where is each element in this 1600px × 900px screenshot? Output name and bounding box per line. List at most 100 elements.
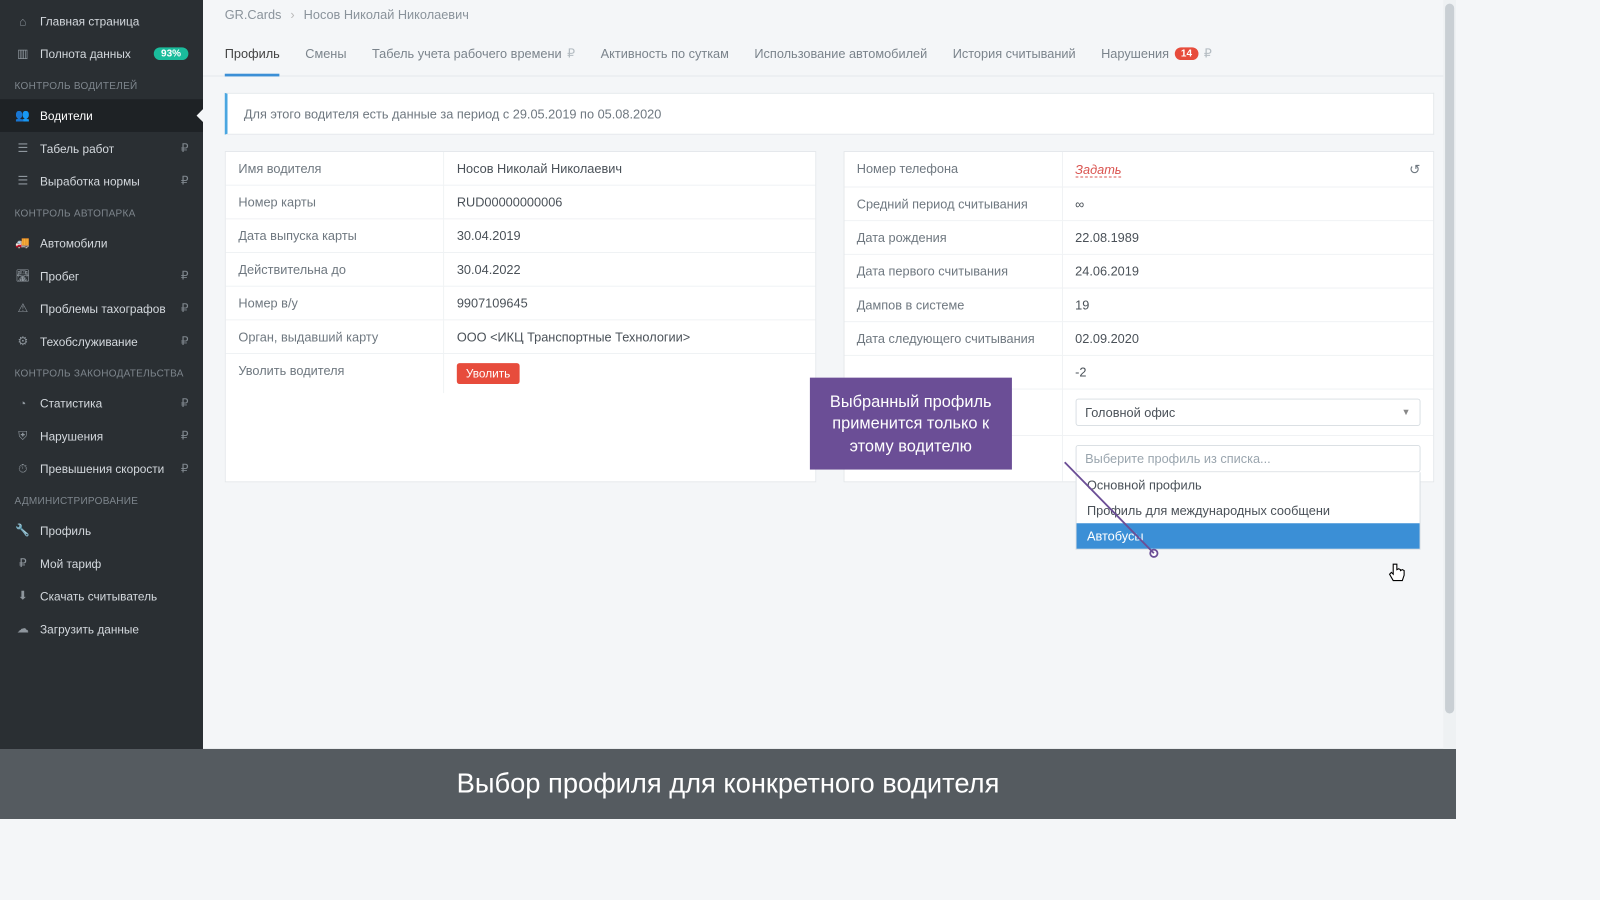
row-valid-until: Действительна до 30.04.2022 (226, 253, 815, 287)
row-issuer: Орган, выдавший карту ООО <ИКЦ Транспорт… (226, 320, 815, 354)
callout-tooltip: Выбранный профиль применится только к эт… (810, 378, 1012, 470)
list-icon: ☰ (15, 141, 31, 156)
ruble-icon: ₽ (567, 46, 575, 61)
nav-label: Автомобили (40, 236, 107, 250)
nav-label: Загрузить данные (40, 622, 139, 636)
nav-label: Профиль (40, 524, 91, 538)
callout-connector-line (1056, 455, 1165, 564)
tab-violations[interactable]: Нарушения 14 ₽ (1101, 46, 1212, 77)
scrollbar-thumb[interactable] (1445, 4, 1454, 714)
tab-timesheet[interactable]: Табель учета рабочего времени ₽ (372, 46, 575, 77)
nav-label: Полнота данных (40, 47, 131, 61)
gauge-icon: ⏱ (15, 461, 31, 476)
download-icon: ⬇ (15, 589, 31, 604)
fire-driver-button[interactable]: Уволить (457, 363, 520, 384)
nav-vehicles[interactable]: 🚚 Автомобили (0, 227, 203, 260)
nav-label: Выработка нормы (40, 174, 140, 188)
set-phone-link[interactable]: Задать (1075, 162, 1121, 177)
nav-speeding[interactable]: ⏱ Превышения скорости ₽ (0, 452, 203, 485)
fullness-badge: 93% (154, 47, 189, 60)
breadcrumb: GR.Cards › Носов Николай Николаевич (203, 0, 1456, 29)
ruble-icon: ₽ (181, 334, 189, 349)
breadcrumb-separator: › (290, 7, 294, 22)
nav-label: Пробег (40, 269, 79, 283)
nav-label: Статистика (40, 396, 102, 410)
row-license-number: Номер в/у 9907109645 (226, 287, 815, 321)
ruble-icon: ₽ (15, 556, 31, 571)
nav-label: Мой тариф (40, 556, 101, 570)
nav-data-fullness[interactable]: ▥ Полнота данных 93% (0, 37, 203, 70)
driver-info-panel: Имя водителя Носов Николай Николаевич Но… (225, 151, 816, 482)
row-phone: Номер телефона Задать ↺ (844, 152, 1433, 187)
ruble-icon: ₽ (181, 461, 189, 476)
row-issue-date: Дата выпуска карты 30.04.2019 (226, 219, 815, 253)
nav-download-reader[interactable]: ⬇ Скачать считыватель (0, 580, 203, 613)
gears-icon: ⚙ (15, 334, 31, 349)
nav-label: Скачать считыватель (40, 589, 157, 603)
nav-label: Нарушения (40, 429, 103, 443)
breadcrumb-root[interactable]: GR.Cards (225, 7, 282, 22)
nav-violations[interactable]: ⛨ Нарушения ₽ (0, 420, 203, 453)
tab-daily-activity[interactable]: Активность по суткам (601, 46, 729, 76)
tabs: Профиль Смены Табель учета рабочего врем… (203, 29, 1456, 76)
tab-car-usage[interactable]: Использование автомобилей (754, 46, 927, 76)
wrench-icon: 🔧 (15, 523, 31, 538)
warning-icon: ⚠ (15, 301, 31, 316)
row-next-read: Дата следующего считывания 02.09.2020 (844, 322, 1433, 356)
nav-home[interactable]: ⌂ Главная страница (0, 5, 203, 37)
users-icon: 👥 (15, 108, 31, 123)
main-content: GR.Cards › Носов Николай Николаевич Проф… (203, 0, 1456, 749)
nav-statistics[interactable]: ◔ Статистика ₽ (0, 387, 203, 420)
calc-icon: ☰ (15, 174, 31, 189)
tab-profile[interactable]: Профиль (225, 46, 280, 76)
ruble-icon: ₽ (181, 396, 189, 411)
ruble-icon: ₽ (181, 141, 189, 156)
shield-icon: ⛨ (15, 429, 31, 444)
ruble-icon: ₽ (1204, 46, 1212, 61)
ruble-icon: ₽ (181, 174, 189, 189)
nav-label: Главная страница (40, 15, 139, 29)
branch-select[interactable]: Головной офис ▼ (1075, 399, 1420, 426)
ruble-icon: ₽ (181, 301, 189, 316)
nav-timesheet[interactable]: ☰ Табель работ ₽ (0, 132, 203, 165)
road-icon: 🛣 (15, 268, 31, 283)
tab-shifts[interactable]: Смены (305, 46, 346, 76)
cloud-upload-icon: ☁ (15, 622, 31, 637)
row-card-number: Номер карты RUD00000000006 (226, 186, 815, 220)
nav-label: Табель работ (40, 142, 114, 156)
row-avg-period: Средний период считывания ∞ (844, 187, 1433, 221)
nav-label: Превышения скорости (40, 462, 164, 476)
nav-label: Техобслуживание (40, 334, 138, 348)
truck-icon: 🚚 (15, 236, 31, 251)
footer-caption: Выбор профиля для конкретного водителя (0, 749, 1456, 819)
section-driver-control: КОНТРОЛЬ ВОДИТЕЛЕЙ (0, 70, 203, 99)
pie-chart-icon: ◔ (15, 396, 31, 410)
section-law-control: КОНТРОЛЬ ЗАКОНОДАТЕЛЬСТВА (0, 358, 203, 387)
ruble-icon: ₽ (181, 429, 189, 444)
nav-profile[interactable]: 🔧 Профиль (0, 514, 203, 547)
home-icon: ⌂ (15, 15, 31, 29)
vertical-scrollbar[interactable] (1443, 0, 1456, 749)
sidebar: ⌂ Главная страница ▥ Полнота данных 93% … (0, 0, 203, 749)
breadcrumb-current: Носов Николай Николаевич (304, 7, 469, 22)
caret-down-icon: ▼ (1401, 407, 1410, 417)
nav-norm-output[interactable]: ☰ Выработка нормы ₽ (0, 165, 203, 198)
nav-tacho-problems[interactable]: ⚠ Проблемы тахографов ₽ (0, 292, 203, 325)
bar-chart-icon: ▥ (15, 46, 31, 61)
row-dumps: Дампов в системе 19 (844, 288, 1433, 322)
row-fire-driver: Уволить водителя Уволить (226, 354, 815, 393)
data-period-notice: Для этого водителя есть данные за период… (225, 93, 1434, 135)
cursor-pointer-icon (1388, 562, 1406, 589)
nav-label: Водители (40, 109, 93, 123)
history-icon[interactable]: ↺ (1409, 161, 1420, 177)
tab-read-history[interactable]: История считываний (953, 46, 1076, 76)
row-birth-date: Дата рождения 22.08.1989 (844, 221, 1433, 255)
nav-tariff[interactable]: ₽ Мой тариф (0, 547, 203, 580)
nav-upload-data[interactable]: ☁ Загрузить данные (0, 612, 203, 645)
ruble-icon: ₽ (181, 268, 189, 283)
section-fleet-control: КОНТРОЛЬ АВТОПАРКА (0, 197, 203, 226)
nav-drivers[interactable]: 👥 Водители (0, 99, 203, 132)
nav-maintenance[interactable]: ⚙ Техобслуживание ₽ (0, 325, 203, 358)
row-first-read: Дата первого считывания 24.06.2019 (844, 255, 1433, 289)
nav-mileage[interactable]: 🛣 Пробег ₽ (0, 259, 203, 292)
